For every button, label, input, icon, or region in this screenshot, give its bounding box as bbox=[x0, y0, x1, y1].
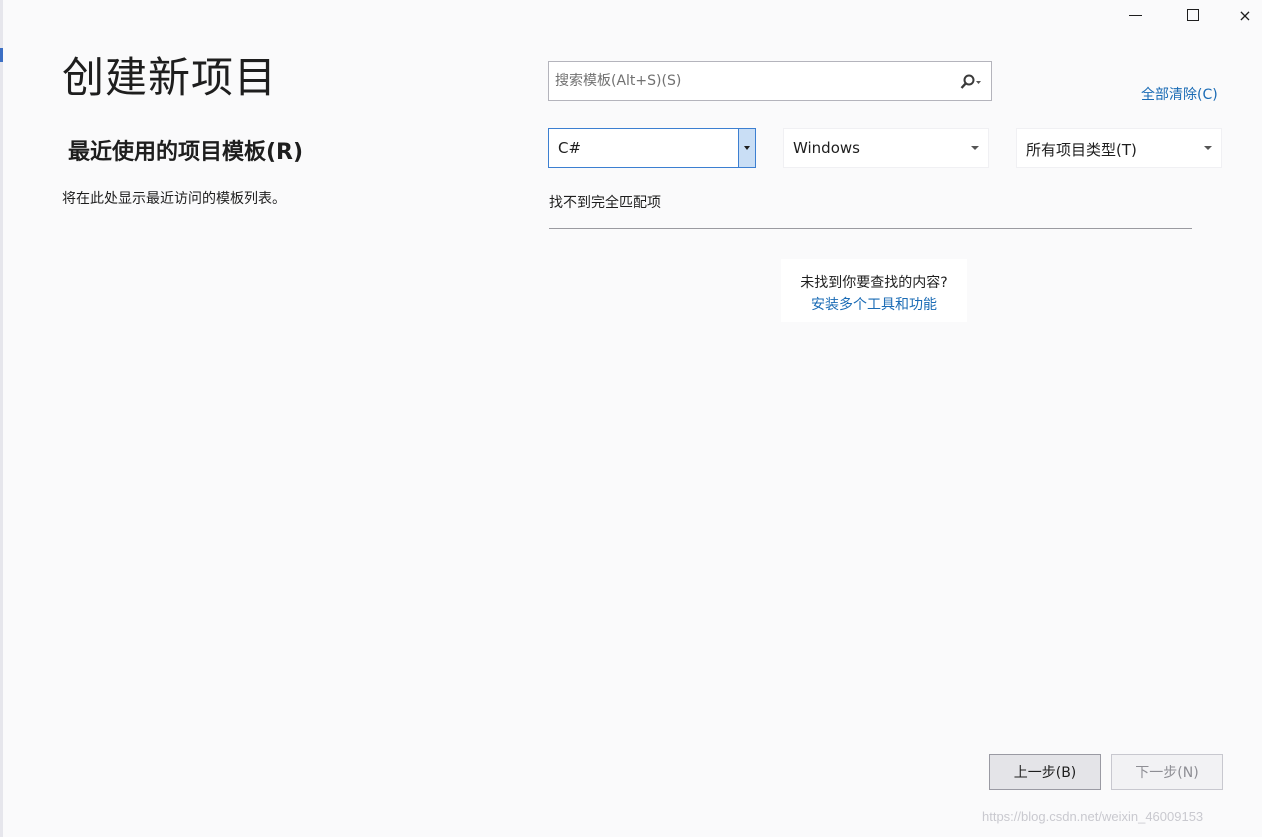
recent-templates-heading: 最近使用的项目模板(R) bbox=[68, 140, 304, 165]
maximize-icon bbox=[1187, 9, 1199, 21]
project-type-filter-dropdown[interactable]: 所有项目类型(T) bbox=[1016, 128, 1222, 168]
language-dropdown-toggle[interactable] bbox=[738, 129, 755, 167]
platform-filter-value: Windows bbox=[793, 139, 860, 157]
chevron-down-icon bbox=[1204, 146, 1212, 150]
no-match-message: 找不到完全匹配项 bbox=[549, 195, 661, 211]
watermark-text: https://blog.csdn.net/weixin_46009153 bbox=[982, 809, 1204, 824]
not-found-hint-text: 未找到你要查找的内容? bbox=[800, 275, 948, 291]
minimize-icon bbox=[1128, 14, 1142, 16]
minimize-button[interactable] bbox=[1112, 0, 1158, 30]
template-search-box[interactable] bbox=[548, 61, 992, 101]
create-project-window: × 创建新项目 最近使用的项目模板(R) 将在此处显示最近访问的模板列表。 全部… bbox=[0, 0, 1262, 837]
maximize-button[interactable] bbox=[1170, 0, 1216, 30]
platform-filter-dropdown[interactable]: Windows bbox=[783, 128, 989, 168]
close-button[interactable]: × bbox=[1228, 0, 1262, 30]
chevron-down-icon bbox=[744, 146, 750, 150]
language-filter-dropdown[interactable]: C# bbox=[548, 128, 756, 168]
page-title: 创建新项目 bbox=[62, 53, 278, 102]
edge-marker bbox=[0, 48, 3, 62]
clear-all-link[interactable]: 全部清除(C) bbox=[1141, 84, 1218, 104]
next-button[interactable]: 下一步(N) bbox=[1111, 754, 1223, 790]
close-icon: × bbox=[1238, 5, 1252, 25]
recent-templates-description: 将在此处显示最近访问的模板列表。 bbox=[62, 191, 286, 207]
search-icon[interactable] bbox=[959, 73, 981, 91]
chevron-down-icon bbox=[971, 146, 979, 150]
not-found-hint-card: 未找到你要查找的内容? 安装多个工具和功能 bbox=[781, 259, 967, 322]
install-tools-link[interactable]: 安装多个工具和功能 bbox=[781, 294, 967, 314]
project-type-filter-value: 所有项目类型(T) bbox=[1026, 141, 1137, 159]
back-button[interactable]: 上一步(B) bbox=[989, 754, 1101, 790]
language-filter-value: C# bbox=[558, 139, 582, 157]
left-edge-strip bbox=[0, 0, 3, 837]
template-search-input[interactable] bbox=[549, 62, 961, 100]
results-divider bbox=[549, 228, 1192, 229]
